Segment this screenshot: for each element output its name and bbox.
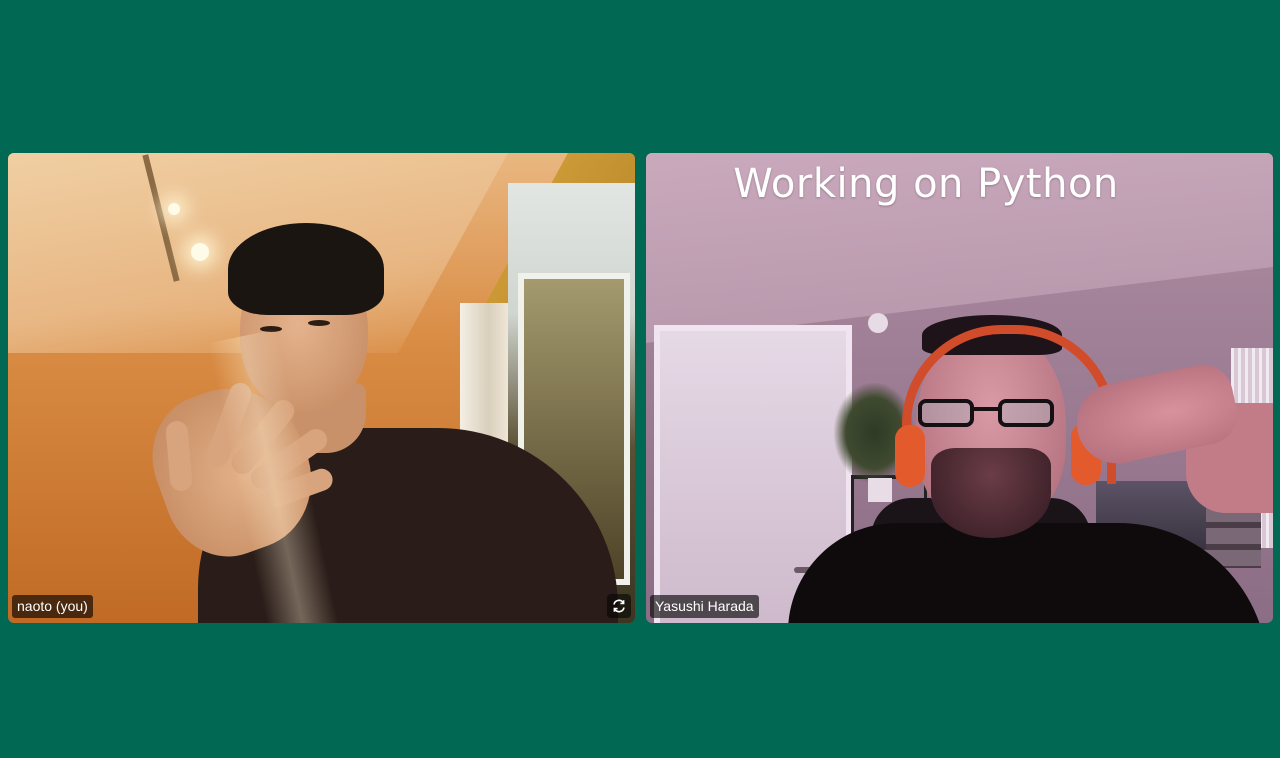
- scene-plant-pot: [868, 478, 892, 502]
- switch-camera-button[interactable]: [607, 594, 631, 618]
- headphones-ear-cup: [895, 425, 925, 487]
- scene-light: [168, 203, 180, 215]
- video-tile-remote[interactable]: Working on Python Yasushi Harada: [646, 153, 1273, 623]
- video-tile-self[interactable]: naoto (you): [8, 153, 635, 623]
- camera-switch-icon: [613, 599, 625, 613]
- video-call-stage: naoto (you) Working on Python Yasushi Ha…: [0, 0, 1280, 758]
- glasses-lens: [918, 399, 974, 427]
- glasses-lens: [998, 399, 1054, 427]
- scene-smoke-detector: [868, 313, 888, 333]
- scene-light: [191, 243, 209, 261]
- person-eye: [308, 320, 330, 326]
- video-overlay-text: Working on Python: [733, 161, 1119, 207]
- glasses-bridge: [974, 407, 998, 411]
- participant-name-badge: Yasushi Harada: [650, 595, 759, 618]
- person-glasses: [918, 399, 1068, 429]
- person-hair: [228, 223, 384, 315]
- participant-name-badge: naoto (you): [12, 595, 93, 618]
